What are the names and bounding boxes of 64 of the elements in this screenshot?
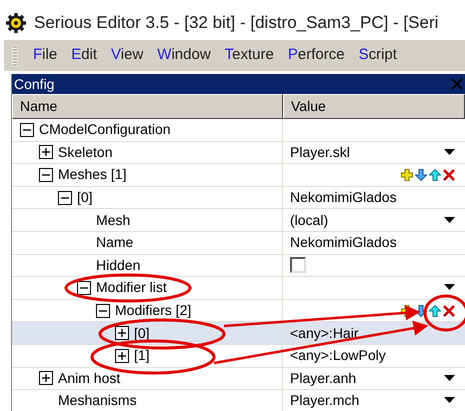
value-text[interactable]: Player.anh [290, 368, 356, 389]
arrow-up-icon[interactable] [429, 304, 441, 317]
grip-icon [12, 44, 18, 66]
menu-item[interactable]: File [26, 44, 64, 67]
collapse-icon[interactable] [96, 304, 110, 318]
delete-icon[interactable] [443, 304, 455, 317]
menu-item[interactable]: Script [352, 44, 404, 67]
tree-row[interactable]: Name NekomimiGlados [12, 232, 465, 255]
property-name: [1] [134, 346, 150, 366]
gear-icon [6, 13, 26, 33]
property-name: Meshanisms [58, 391, 137, 410]
tree-row[interactable]: Meshes [1] [12, 164, 465, 187]
value-text: NekomimiGlados [290, 233, 397, 252]
collapse-icon[interactable] [77, 280, 91, 295]
arrow-down-icon[interactable] [415, 168, 427, 181]
dropdown-arrow-icon[interactable] [444, 148, 455, 156]
expand-icon[interactable] [39, 145, 53, 160]
menu-item[interactable]: Edit [64, 44, 104, 67]
value-text: <any>:LowPoly [290, 346, 386, 366]
property-name: CModelConfiguration [39, 120, 171, 140]
property-name: Anim host [58, 368, 120, 388]
property-name: Mesh [96, 210, 130, 230]
property-name: Modifier list [96, 278, 167, 298]
add-icon[interactable] [401, 168, 413, 181]
tree-row[interactable]: Anim host Player.anh [12, 368, 465, 390]
value-text[interactable]: Player.mch [290, 390, 360, 411]
menu-item[interactable]: View [104, 44, 150, 67]
delete-icon[interactable] [443, 168, 455, 181]
expand-icon[interactable] [115, 326, 129, 340]
property-name: Meshes [1] [58, 165, 126, 184]
arrow-down-icon[interactable] [415, 304, 427, 317]
dropdown-arrow-icon[interactable] [444, 397, 455, 404]
expand-icon[interactable] [39, 371, 53, 386]
property-name: Hidden [96, 256, 140, 275]
window-title: Serious Editor 3.5 - [32 bit] - [distro_Sam3_PC] - [Seri [34, 12, 438, 34]
dropdown-arrow-icon[interactable] [444, 284, 455, 292]
expand-icon[interactable] [115, 348, 129, 363]
collapse-icon[interactable] [39, 168, 53, 182]
tree-row[interactable]: Skeleton Player.skl [12, 142, 465, 164]
column-header[interactable]: Name [12, 94, 283, 119]
menu-item[interactable]: Texture [218, 44, 281, 67]
tree-row[interactable]: Modifier list [12, 277, 465, 300]
property-name: Modifiers [2] [115, 301, 192, 320]
property-name: Skeleton [58, 142, 112, 162]
tree-row[interactable]: Mesh (local) [12, 209, 465, 232]
arrow-up-icon[interactable] [429, 168, 441, 181]
value-text[interactable]: Player.skl [290, 142, 350, 163]
property-name: [0] [77, 188, 93, 208]
value-text: <any>:Hair [290, 324, 358, 343]
collapse-icon[interactable] [20, 122, 34, 137]
menu-item[interactable]: Window [150, 44, 218, 67]
panel-title: Config [14, 74, 54, 94]
tree-row[interactable]: Hidden [12, 254, 465, 278]
tree-row[interactable]: [0] NekomimiGlados [12, 186, 465, 210]
tree-row[interactable]: CModelConfiguration [12, 119, 465, 142]
dropdown-arrow-icon[interactable] [444, 374, 455, 382]
column-header[interactable]: Value [283, 94, 465, 119]
value-text[interactable]: (local) [290, 210, 328, 231]
menu-item[interactable]: Perforce [280, 44, 352, 67]
checkbox[interactable] [290, 257, 306, 274]
property-name: Name [96, 233, 134, 252]
dropdown-arrow-icon[interactable] [444, 216, 455, 224]
collapse-icon[interactable] [58, 190, 72, 205]
value-text: NekomimiGlados [290, 188, 397, 208]
